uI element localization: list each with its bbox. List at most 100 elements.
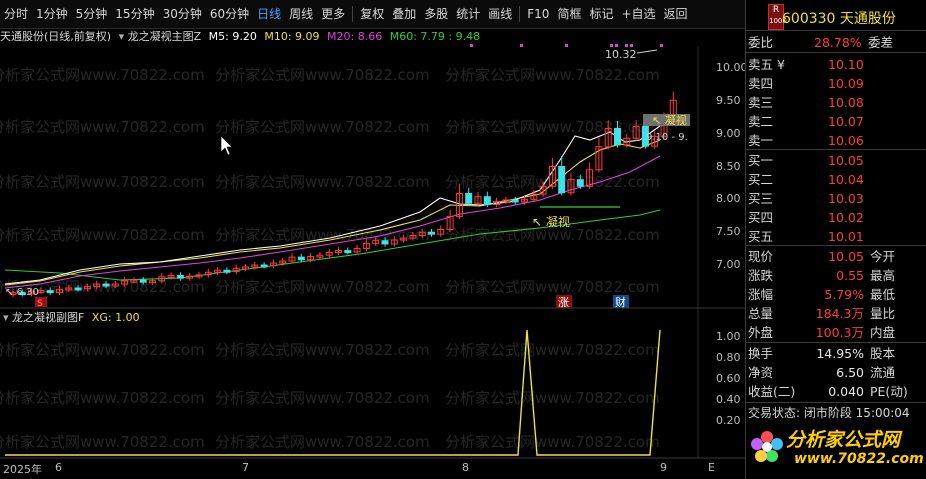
buy-level-row: 买四 10.02 [748,210,864,225]
watermark-text: 分析家公式网www.70822.com [0,173,205,191]
candle-body [576,179,584,187]
candle-body [102,283,110,287]
x-label-sep: 9 [660,461,667,474]
watermark-text: 分析家公式网www.70822.com [445,118,660,136]
watermark-text: 分析家公式网www.70822.com [0,389,205,407]
mouse-cursor-icon [220,135,233,156]
top-marker-dot [660,44,663,47]
sell-level-row: 卖五 ¥10.10 [748,57,864,72]
watermark-text: 分析家公式网www.70822.com [445,66,660,84]
sub-tick-label: 1.00 [716,330,741,343]
watermark-text: 分析家公式网www.70822.com [215,389,430,407]
quote-stat-row: 涨幅 5.79% 最低 [748,287,896,302]
logo-url: www.70822.com [794,451,924,467]
top-marker-dot [520,44,523,47]
candle-body [344,250,352,254]
x-label-aug: 8 [462,461,469,474]
quote-stat-row: 换手 14.95% 股本 [748,346,896,361]
buy-level-row: 买二 10.04 [748,172,864,187]
stock-title: 600330 天通股份 [782,8,896,28]
x-label-year: 2025年 [3,463,42,476]
sub-tick-label: 0.40 [716,393,741,406]
weibi-value: 28.78% [814,35,862,50]
price-tick-label: 9.50 [716,93,741,107]
high-pointer [636,49,658,54]
ningshi-label-2: ↖ 凝视 [652,113,687,127]
price-tick-label: 10.00 [716,61,748,74]
watermark-text: 分析家公式网www.70822.com [445,389,660,407]
buy-level-row: 买一 10.05 [748,153,864,168]
candle-body [511,199,519,203]
watermark-text: 分析家公式网www.70822.com [445,433,660,451]
range-label: 9.10 - 9. [646,132,688,143]
ningshi-label-1: ↖ 凝视 [532,214,570,229]
logo-text: 分析家公式网 [786,429,901,451]
candle-body [614,127,621,146]
price-tick-label: 8.50 [716,159,741,173]
watermark-text: 分析家公式网www.70822.com [0,433,205,451]
stock-title-name: 天通股份 [839,11,896,27]
quote-stat-row: 净资 6.50 流通 [748,365,896,380]
watermark-text: 分析家公式网www.70822.com [215,433,430,451]
candle-body [176,275,184,279]
watermark-text: 分析家公式网www.70822.com [215,173,430,191]
quote-stat-row: 收益(二) 0.040 PE(动) [748,384,908,399]
buy-level-row: 买三 10.03 [748,191,864,206]
sell-level-row: 卖二 10.07 [748,114,864,129]
candle-body [223,269,231,273]
quote-stat-row: 总量 184.3万 量比 [748,306,896,321]
watermark-text: 分析家公式网www.70822.com [215,341,430,359]
watermark-text: 分析家公式网www.70822.com [0,118,205,136]
quote-stat-row: 现价 10.05 今开 [748,249,896,264]
zhang-marker-text: 涨 [558,296,569,309]
sub-tick-label: 0.80 [716,351,741,364]
watermark-text: 分析家公式网www.70822.com [215,66,430,84]
price-tick-label: 9.00 [716,126,741,140]
sub-tick-label: 0.20 [716,414,741,427]
watermark-text: 分析家公式网www.70822.com [445,278,660,296]
top-marker-dot [625,44,628,47]
candle-body [483,196,491,206]
candle-body [558,166,566,194]
stock-code: 600330 [782,11,836,27]
watermark-text: 分析家公式网www.70822.com [215,118,430,136]
candle-body [260,264,268,268]
watermark-text: 分析家公式网www.70822.com [215,278,430,296]
ma5-line [4,125,661,285]
top-marker-dot [630,44,633,47]
top-marker-dot [615,44,618,47]
candle-body [297,256,305,261]
quote-stat-row: 外盘 100.3万 内盘 [748,325,896,340]
price-tick-label: 7.50 [716,225,741,239]
x-label-jun: 6 [55,461,62,474]
watermark-text: 分析家公式网www.70822.com [0,341,205,359]
x-axis: 2025年 6 7 8 9 E [0,459,745,479]
x-label-jul: 7 [242,461,249,474]
s-marker-text: S [37,299,43,309]
trade-status: 交易状态: 闭市阶段 15:00:04 [748,406,910,420]
top-marker-dot [565,44,568,47]
top-marker-dot [610,44,613,47]
site-logo: 分析家公式网 www.70822.com [750,423,924,475]
watermark-text: 分析家公式网www.70822.com [0,66,205,84]
candle-body [465,192,473,204]
candle-body [428,231,435,235]
top-marker-dot [470,44,473,47]
candle-body [46,290,54,294]
watermark-text: 分析家公式网www.70822.com [0,226,205,244]
quote-stat-row: 涨跌 0.55 最高 [748,268,896,283]
high-price-label: 10.32 [605,48,637,61]
price-tick-label: 8.00 [716,192,741,206]
flower-logo-icon [751,431,783,462]
low-price-label: ↖ 6.30 [5,287,39,298]
price-tick-label: 7.00 [716,258,741,271]
x-label-end: E [708,461,715,474]
buy-level-row: 买五 10.01 [748,229,864,244]
kline-chart[interactable]: 分析家公式网www.70822.com 分析家公式网www.70822.com 分析… [0,0,745,479]
candle-body [74,287,82,291]
weibi-row: 委比 28.78% 委差 [748,35,894,50]
sell-level-row: 卖一 10.06 [748,133,864,148]
quote-panel: R 1000 600330 天通股份 委比 28.78% 委差 卖五 ¥10.10… [745,0,926,479]
candle-body [381,240,389,245]
sell-level-row: 卖三 10.08 [748,95,864,110]
